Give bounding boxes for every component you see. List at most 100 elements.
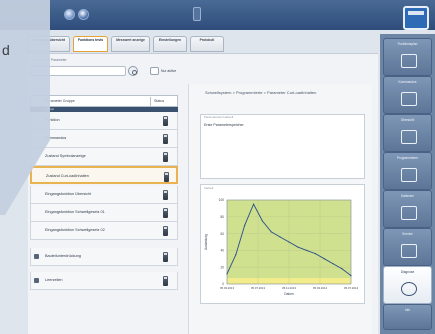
device-status-icon <box>164 172 169 182</box>
chart-data-point <box>244 224 246 226</box>
chart-xtick-label: 05.03.2013 <box>220 286 234 290</box>
list-item-label: Eingangsfunktion Übersicht <box>45 192 92 196</box>
chart-data-point <box>270 231 272 233</box>
application-screen: Meldungs übersicht Funktions tests Messw… <box>0 0 435 334</box>
chart-xtick-label: 05.07.2014 <box>344 286 358 290</box>
tab-meldungsuebersicht[interactable]: Meldungs übersicht <box>28 36 71 52</box>
list-item[interactable]: Eingangsfunktion Übersicht <box>30 186 178 204</box>
device-status-icon <box>163 208 168 218</box>
toolbar-button-kalender[interactable]: Kalender <box>383 190 432 228</box>
list-item-label: Zustand Symbolanzeige <box>45 154 86 158</box>
chart-ylabel: Auslastung <box>204 234 208 250</box>
tab-funktionstests[interactable]: Funktions tests <box>73 36 109 52</box>
chart-ytick-label: 60 <box>220 232 224 236</box>
column-divider <box>150 97 151 106</box>
list-item-label: Funktion <box>45 118 60 122</box>
list-item[interactable]: Eingangsfunktion Schwellgesetz 02 <box>30 222 178 240</box>
tab-protokoll[interactable]: Protokoll <box>189 36 224 52</box>
list-item[interactable]: Zustand Symbolanzeige <box>30 148 178 166</box>
list-item-label: Bauteilunterdrückung <box>45 254 81 258</box>
save-icon <box>401 130 417 144</box>
overlay-caption: d <box>2 42 10 58</box>
active-only-label: Nur aktive <box>161 69 177 73</box>
device-status-icon <box>163 134 168 144</box>
app-window-icon[interactable] <box>403 6 429 30</box>
toolbar-button-info[interactable]: Info <box>383 304 432 330</box>
device-status-icon <box>163 252 168 262</box>
list-header: Parameter Gruppe Status <box>30 95 178 107</box>
chart-ytick-label: 80 <box>220 215 224 219</box>
tab-bar: Meldungs übersicht Funktions tests Messw… <box>28 36 224 53</box>
toolbar-button-label: Kommandos <box>398 80 417 84</box>
chart-xtick-label: 05.07.2013 <box>251 286 265 290</box>
column-header-name[interactable]: Parameter Gruppe <box>45 99 75 103</box>
toolbar-button-label: Programmierer <box>396 156 419 160</box>
eye-icon <box>401 282 417 296</box>
arrow-right-icon <box>401 54 417 68</box>
search-icon[interactable] <box>128 66 138 76</box>
toolbar-button-label: Diagnose <box>400 270 415 274</box>
list-item[interactable]: Kommandos <box>30 130 178 148</box>
chart-data-point <box>288 241 290 243</box>
chart-data-point <box>314 253 317 255</box>
chart-xtick-label: 05.03.2014 <box>313 286 327 290</box>
active-only-checkbox[interactable] <box>150 67 159 75</box>
search-input[interactable] <box>30 66 126 76</box>
toolbar-button-diagnose[interactable]: Diagnose <box>383 266 432 304</box>
toolbar-button-funktionsplan[interactable]: Funktionsplan <box>383 38 432 76</box>
expand-icon[interactable] <box>34 254 39 259</box>
chart-data-point <box>235 254 237 256</box>
chart-data-point <box>226 273 228 275</box>
list-subheader-label: Kanal <box>46 107 54 111</box>
list-item-label: Eingangsfunktion Schwellgesetz 01 <box>45 210 105 214</box>
chart-data-point <box>252 203 255 205</box>
toolbar-button-label: Funktionsplan <box>397 42 418 46</box>
device-status-icon <box>163 276 168 286</box>
device-status-icon <box>163 152 168 162</box>
list-item[interactable]: Leerzeilen <box>30 272 178 290</box>
chart-ytick-label: 40 <box>220 249 224 253</box>
toolbar-button-label: Übersicht <box>400 118 415 122</box>
toolbar-button-uebersicht[interactable]: Übersicht <box>383 114 432 152</box>
device-indicator-icon <box>193 7 201 21</box>
device-status-icon <box>163 190 168 200</box>
chart-xlabel: Datum <box>284 292 294 296</box>
toolbar-button-label: Info <box>404 308 411 312</box>
list-item-label: Leerzeilen <box>45 278 63 282</box>
chart-data-point <box>350 275 352 277</box>
toolbar-button-kommandos[interactable]: Kommandos <box>383 76 432 114</box>
title-bar <box>0 0 435 30</box>
search-label: Suche nach Parameter <box>32 58 67 62</box>
trend-chart: 02040608010005.03.2013 05.07.2013 05.11.20… <box>204 198 358 296</box>
status-light-icon <box>64 9 75 20</box>
toolbar-button-service[interactable]: Service <box>383 228 432 266</box>
tab-einstellungen[interactable]: Einstellungen <box>152 36 187 52</box>
panel-icon <box>401 92 417 106</box>
toolbar-button-label: Kalender <box>401 194 414 198</box>
list-item[interactable]: Bauteilunterdrückung <box>30 248 178 266</box>
device-status-icon <box>163 116 168 126</box>
list-item-label: Zustand CurLoadInhalten <box>46 174 89 178</box>
expand-icon[interactable] <box>34 278 39 283</box>
list-item[interactable]: Eingangsfunktion Schwellgesetz 01 <box>30 204 178 222</box>
tools-icon <box>401 244 417 258</box>
list-item-label: Kommandos <box>45 136 67 140</box>
chart-ytick-label: 20 <box>220 265 224 269</box>
list-item-selected[interactable]: Zustand CurLoadInhalten <box>30 166 178 184</box>
chart-data-point <box>341 268 343 270</box>
tab-messwertanzeige[interactable]: Messwert anzeige <box>111 36 150 52</box>
chart-data-point <box>323 258 326 260</box>
chart-data-point <box>261 220 264 222</box>
toolbar-button-programmierer[interactable]: Programmierer <box>383 152 432 190</box>
chart-data-point <box>332 263 334 265</box>
parameter-info-text: Erste Parameterspeicher <box>204 123 244 127</box>
device-status-icon <box>163 226 168 236</box>
chart-data-point <box>279 236 281 238</box>
column-header-status[interactable]: Status <box>154 99 164 103</box>
toolbar-button-label: Service <box>402 232 413 236</box>
list-item-label: Eingangsfunktion Schwellgesetz 02 <box>45 228 105 232</box>
parameter-info-title: Parameterwert aktuell <box>204 115 234 119</box>
network-indicator-icon <box>78 9 89 20</box>
chart-xtick-label: 05.11.2013 <box>282 286 296 290</box>
list-item[interactable]: Funktion <box>30 112 178 130</box>
